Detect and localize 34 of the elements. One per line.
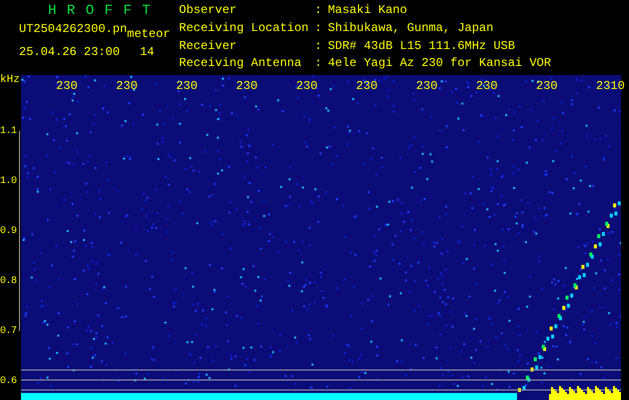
date-time: 25.04.26 23:00 (19, 44, 120, 61)
axis-label: 0.8 (0, 275, 17, 289)
info-label: Receiving Location (179, 22, 309, 37)
time-label: 230 (116, 79, 138, 93)
time-label: 230 (296, 79, 318, 93)
info-label: Receiver (179, 40, 238, 54)
file-name: UT2504262300.pn (19, 21, 128, 38)
time-label: 230 (356, 79, 378, 93)
time-label: 230 (176, 79, 198, 93)
info-label: Observer (179, 4, 238, 19)
time-label: 2310 (596, 79, 625, 93)
separator: : (314, 57, 322, 72)
axis-label: 0.6 (0, 375, 17, 389)
app-title: H R O F F T (48, 3, 152, 20)
time-label: 230 (476, 79, 498, 93)
time-label: 230 (416, 79, 438, 93)
time-label: 230 (56, 79, 78, 93)
time-label: 230 (536, 79, 558, 93)
mode-label: meteor (127, 26, 170, 43)
separator: : (314, 40, 322, 54)
separator: : (314, 4, 322, 19)
info-value: Shibukawa, Gunma, Japan (328, 22, 494, 37)
value-label: 14 (140, 44, 154, 61)
axis-label: 0.7 (0, 325, 17, 339)
time-label: 230 (236, 79, 258, 93)
info-label: Receiving Antenna (179, 57, 302, 72)
axis-unit: kHz (0, 74, 20, 86)
separator: : (314, 22, 322, 37)
axis-label: 1.1 (0, 125, 17, 139)
axis-label: 0.9 (0, 225, 17, 239)
axis-label: 1.0 (0, 175, 17, 189)
info-value: Masaki Kano (328, 4, 408, 19)
info-value: SDR# 43dB L15 111.6MHz USB (328, 40, 516, 54)
info-value: 4ele Yagi Az 230 for Kansai VOR (328, 57, 552, 72)
